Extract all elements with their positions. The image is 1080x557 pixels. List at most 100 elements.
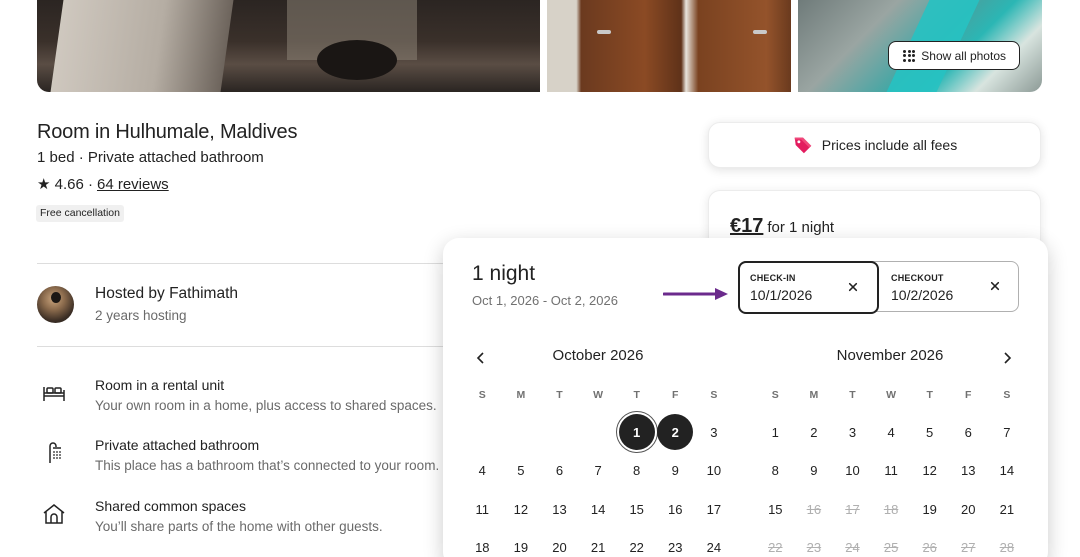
close-icon bbox=[848, 282, 858, 292]
photo-living-room[interactable] bbox=[37, 0, 540, 92]
day-nov-12[interactable]: 12 bbox=[910, 452, 949, 491]
feature-title: Shared common spaces bbox=[95, 498, 246, 514]
month-grid-november: 1 2 3 4 5 6 7 8 9 10 11 12 13 14 15 16 1… bbox=[756, 413, 1026, 557]
date-picker-popover: 1 night Oct 1, 2026 - Oct 2, 2026 CHECK-… bbox=[443, 238, 1048, 557]
day-nov-2[interactable]: 2 bbox=[795, 413, 834, 452]
day-nov-6[interactable]: 6 bbox=[949, 413, 988, 452]
weekday-header: S M T W T F S bbox=[463, 389, 733, 401]
feature-description: You’ll share parts of the home with othe… bbox=[95, 519, 383, 534]
day-nov-22-unavailable: 22 bbox=[768, 540, 783, 556]
day-nov-5[interactable]: 5 bbox=[910, 413, 949, 452]
day-nov-27-unavailable: 27 bbox=[961, 540, 976, 556]
day-nov-8[interactable]: 8 bbox=[756, 452, 795, 491]
fees-text: Prices include all fees bbox=[821, 137, 958, 153]
day-oct-5[interactable]: 5 bbox=[502, 452, 541, 491]
day-oct-10[interactable]: 10 bbox=[695, 452, 734, 491]
day-oct-17[interactable]: 17 bbox=[695, 490, 734, 529]
weekday-label: T bbox=[926, 389, 933, 401]
rating-value: ★ 4.66 · bbox=[37, 176, 93, 193]
divider bbox=[37, 346, 447, 347]
day-nov-15[interactable]: 15 bbox=[756, 490, 795, 529]
photo-doors[interactable] bbox=[547, 0, 791, 92]
day-nov-1[interactable]: 1 bbox=[756, 413, 795, 452]
checkin-label: CHECK-IN bbox=[750, 273, 796, 283]
day-nov-7[interactable]: 7 bbox=[988, 413, 1027, 452]
price-amount[interactable]: €17 bbox=[730, 215, 763, 238]
day-oct-11[interactable]: 11 bbox=[463, 490, 502, 529]
day-oct-1-checkin[interactable]: 1 bbox=[615, 411, 658, 453]
day-nov-23-unavailable: 23 bbox=[806, 540, 822, 556]
clear-checkin-button[interactable] bbox=[845, 279, 861, 295]
feature-shared-spaces: Shared common spaces You’ll share parts … bbox=[37, 498, 457, 548]
weekday-label: F bbox=[672, 389, 679, 401]
clear-checkout-button[interactable] bbox=[987, 278, 1003, 294]
day-oct-13[interactable]: 13 bbox=[540, 490, 579, 529]
day-nov-16-unavailable: 16 bbox=[806, 501, 822, 517]
weekday-label: T bbox=[633, 389, 640, 401]
host-years: 2 years hosting bbox=[95, 308, 187, 323]
day-oct-8[interactable]: 8 bbox=[617, 452, 656, 491]
show-all-photos-label: Show all photos bbox=[921, 48, 1006, 63]
day-oct-2-checkout[interactable]: 2 bbox=[656, 413, 695, 452]
divider bbox=[37, 263, 447, 264]
price-line: €17 for 1 night bbox=[730, 215, 834, 238]
photo-aerial-view[interactable]: Show all photos bbox=[798, 0, 1042, 92]
feature-description: Your own room in a home, plus access to … bbox=[95, 398, 437, 413]
day-nov-4[interactable]: 4 bbox=[872, 413, 911, 452]
close-icon bbox=[990, 281, 1000, 291]
price-tag-icon bbox=[794, 137, 812, 154]
day-nov-10[interactable]: 10 bbox=[833, 452, 872, 491]
day-oct-14[interactable]: 14 bbox=[579, 490, 618, 529]
nights-count: 1 night bbox=[472, 262, 536, 285]
weekday-label: S bbox=[478, 389, 486, 401]
day-oct-3[interactable]: 3 bbox=[695, 413, 734, 452]
day-oct-16[interactable]: 16 bbox=[656, 490, 695, 529]
day-nov-14[interactable]: 14 bbox=[988, 452, 1027, 491]
checkin-field[interactable]: CHECK-IN 10/1/2026 bbox=[738, 261, 879, 314]
day-nov-11[interactable]: 11 bbox=[872, 452, 911, 491]
day-oct-24[interactable]: 24 bbox=[695, 529, 734, 557]
free-cancellation-badge: Free cancellation bbox=[36, 205, 124, 222]
show-all-photos-button[interactable]: Show all photos bbox=[888, 41, 1020, 70]
listing-title: Room in Hulhumale, Maldives bbox=[37, 121, 298, 143]
grid-dots-icon bbox=[903, 49, 916, 62]
day-oct-12[interactable]: 12 bbox=[502, 490, 541, 529]
day-oct-19[interactable]: 19 bbox=[502, 529, 541, 557]
month-title: October 2026 bbox=[552, 347, 644, 364]
day-oct-23[interactable]: 23 bbox=[656, 529, 695, 557]
weekday-label: T bbox=[556, 389, 563, 401]
feature-bathroom: Private attached bathroom This place has… bbox=[37, 437, 457, 487]
host-avatar[interactable] bbox=[37, 286, 74, 323]
reviews-link[interactable]: 64 reviews bbox=[97, 176, 169, 193]
day-oct-6[interactable]: 6 bbox=[540, 452, 579, 491]
day-nov-9[interactable]: 9 bbox=[795, 452, 834, 491]
feature-room-type: Room in a rental unit Your own room in a… bbox=[37, 377, 457, 427]
checkout-label: CHECKOUT bbox=[891, 273, 944, 283]
day-nov-25-unavailable: 25 bbox=[883, 540, 899, 556]
day-nov-3[interactable]: 3 bbox=[833, 413, 872, 452]
feature-title: Room in a rental unit bbox=[95, 377, 225, 393]
day-nov-17-unavailable: 17 bbox=[845, 501, 860, 517]
day-oct-22[interactable]: 22 bbox=[617, 529, 656, 557]
day-oct-4[interactable]: 4 bbox=[463, 452, 502, 491]
day-nov-13[interactable]: 13 bbox=[949, 452, 988, 491]
date-range: Oct 1, 2026 - Oct 2, 2026 bbox=[472, 293, 618, 308]
day-oct-21[interactable]: 21 bbox=[579, 529, 618, 557]
prices-include-fees-card: Prices include all fees bbox=[708, 122, 1041, 168]
day-nov-26-unavailable: 26 bbox=[922, 540, 937, 556]
checkout-field[interactable]: CHECKOUT 10/2/2026 bbox=[879, 262, 1019, 313]
day-oct-18[interactable]: 18 bbox=[463, 529, 502, 557]
weekday-label: S bbox=[710, 389, 718, 401]
day-nov-21[interactable]: 21 bbox=[988, 490, 1027, 529]
day-oct-15[interactable]: 15 bbox=[617, 490, 656, 529]
weekday-label: T bbox=[849, 389, 856, 401]
weekday-label: F bbox=[965, 389, 972, 401]
day-nov-19[interactable]: 19 bbox=[910, 490, 949, 529]
day-nov-28-unavailable: 28 bbox=[999, 540, 1015, 556]
day-nov-20[interactable]: 20 bbox=[949, 490, 988, 529]
day-oct-7[interactable]: 7 bbox=[579, 452, 618, 491]
day-oct-9[interactable]: 9 bbox=[656, 452, 695, 491]
weekday-header: S M T W T F S bbox=[756, 389, 1026, 401]
day-oct-20[interactable]: 20 bbox=[540, 529, 579, 557]
weekday-label: S bbox=[1003, 389, 1011, 401]
